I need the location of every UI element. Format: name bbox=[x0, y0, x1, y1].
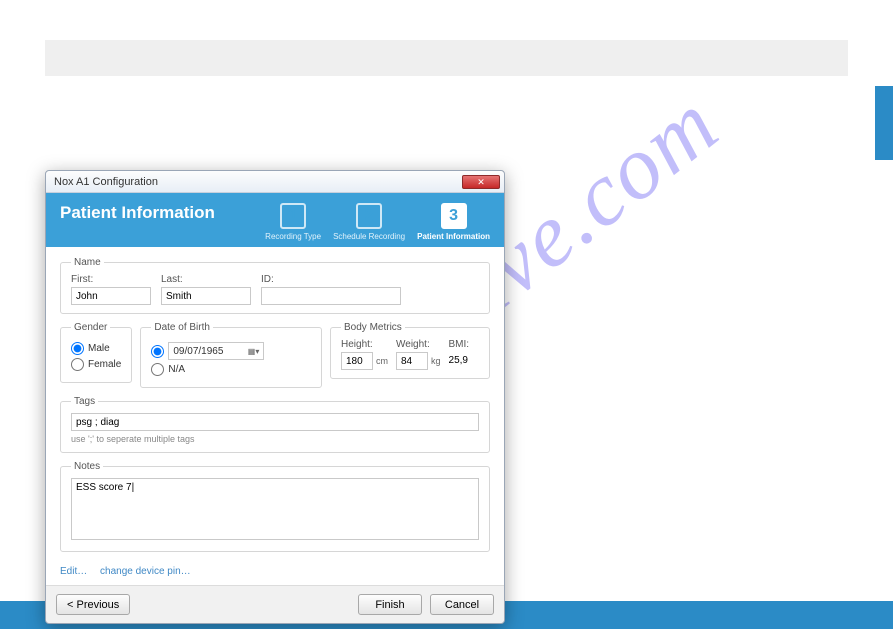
dob-date-input[interactable]: 09/07/1965 ▦▾ bbox=[168, 342, 264, 360]
bmi-value: 25,9 bbox=[449, 355, 470, 366]
id-input[interactable] bbox=[261, 287, 401, 305]
page-title: Patient Information bbox=[60, 203, 265, 223]
first-name-input[interactable] bbox=[71, 287, 151, 305]
change-device-pin-link[interactable]: change device pin… bbox=[100, 566, 191, 577]
name-legend: Name bbox=[71, 257, 104, 268]
edit-link[interactable]: Edit… bbox=[60, 566, 87, 577]
tags-hint: use ';' to seperate multiple tags bbox=[71, 434, 479, 444]
step-schedule-recording[interactable]: 2 Schedule Recording bbox=[333, 203, 405, 241]
dob-group: Date of Birth 09/07/1965 ▦▾ N/A bbox=[140, 322, 322, 388]
dob-legend: Date of Birth bbox=[151, 322, 213, 333]
step-label: Recording Type bbox=[265, 232, 321, 241]
gender-group: Gender Male Female bbox=[60, 322, 132, 383]
form-body: Name First: Last: ID: Gender bbox=[46, 247, 504, 585]
id-label: ID: bbox=[261, 274, 401, 285]
notes-legend: Notes bbox=[71, 461, 103, 472]
tags-legend: Tags bbox=[71, 396, 98, 407]
finish-button[interactable]: Finish bbox=[358, 594, 422, 615]
close-icon[interactable]: ✕ bbox=[462, 175, 500, 189]
metrics-legend: Body Metrics bbox=[341, 322, 405, 333]
body-metrics-group: Body Metrics Height: cm Weight: kg bbox=[330, 322, 490, 379]
gender-female-label: Female bbox=[88, 359, 121, 370]
action-links: Edit… change device pin… bbox=[60, 560, 490, 577]
height-input[interactable] bbox=[341, 352, 373, 370]
window-title: Nox A1 Configuration bbox=[54, 176, 158, 188]
step-patient-information[interactable]: 3 Patient Information bbox=[417, 203, 490, 241]
dob-value: 09/07/1965 bbox=[173, 346, 223, 357]
step-number: 1 bbox=[280, 203, 306, 229]
bmi-label: BMI: bbox=[449, 339, 470, 350]
dob-na-label: N/A bbox=[168, 364, 185, 375]
cancel-button[interactable]: Cancel bbox=[430, 594, 494, 615]
notes-textarea[interactable] bbox=[71, 478, 479, 540]
notes-group: Notes bbox=[60, 461, 490, 552]
gender-male-radio[interactable] bbox=[71, 342, 84, 355]
dialog-footer: < Previous Finish Cancel bbox=[46, 585, 504, 623]
step-number: 3 bbox=[441, 203, 467, 229]
tags-group: Tags use ';' to seperate multiple tags bbox=[60, 396, 490, 453]
previous-button[interactable]: < Previous bbox=[56, 594, 130, 615]
step-number: 2 bbox=[356, 203, 382, 229]
configuration-dialog: Nox A1 Configuration ✕ Patient Informati… bbox=[45, 170, 505, 624]
step-label: Schedule Recording bbox=[333, 232, 405, 241]
height-unit: cm bbox=[376, 356, 388, 366]
weight-input[interactable] bbox=[396, 352, 428, 370]
name-group: Name First: Last: ID: bbox=[60, 257, 490, 314]
titlebar[interactable]: Nox A1 Configuration ✕ bbox=[46, 171, 504, 193]
first-name-label: First: bbox=[71, 274, 151, 285]
wizard-steps: 1 Recording Type 2 Schedule Recording 3 … bbox=[265, 203, 490, 241]
tags-input[interactable] bbox=[71, 413, 479, 431]
gender-male-label: Male bbox=[88, 343, 110, 354]
height-label: Height: bbox=[341, 339, 388, 350]
last-name-input[interactable] bbox=[161, 287, 251, 305]
step-label: Patient Information bbox=[417, 232, 490, 241]
page-top-bar bbox=[45, 40, 848, 76]
weight-unit: kg bbox=[431, 356, 441, 366]
step-recording-type[interactable]: 1 Recording Type bbox=[265, 203, 321, 241]
weight-label: Weight: bbox=[396, 339, 441, 350]
gender-female-radio[interactable] bbox=[71, 358, 84, 371]
gender-legend: Gender bbox=[71, 322, 110, 333]
calendar-icon[interactable]: ▦▾ bbox=[248, 347, 260, 356]
dob-na-radio[interactable] bbox=[151, 363, 164, 376]
dob-date-radio[interactable] bbox=[151, 345, 164, 358]
wizard-header: Patient Information 1 Recording Type 2 S… bbox=[46, 193, 504, 247]
last-name-label: Last: bbox=[161, 274, 251, 285]
page-side-tab bbox=[875, 86, 893, 160]
